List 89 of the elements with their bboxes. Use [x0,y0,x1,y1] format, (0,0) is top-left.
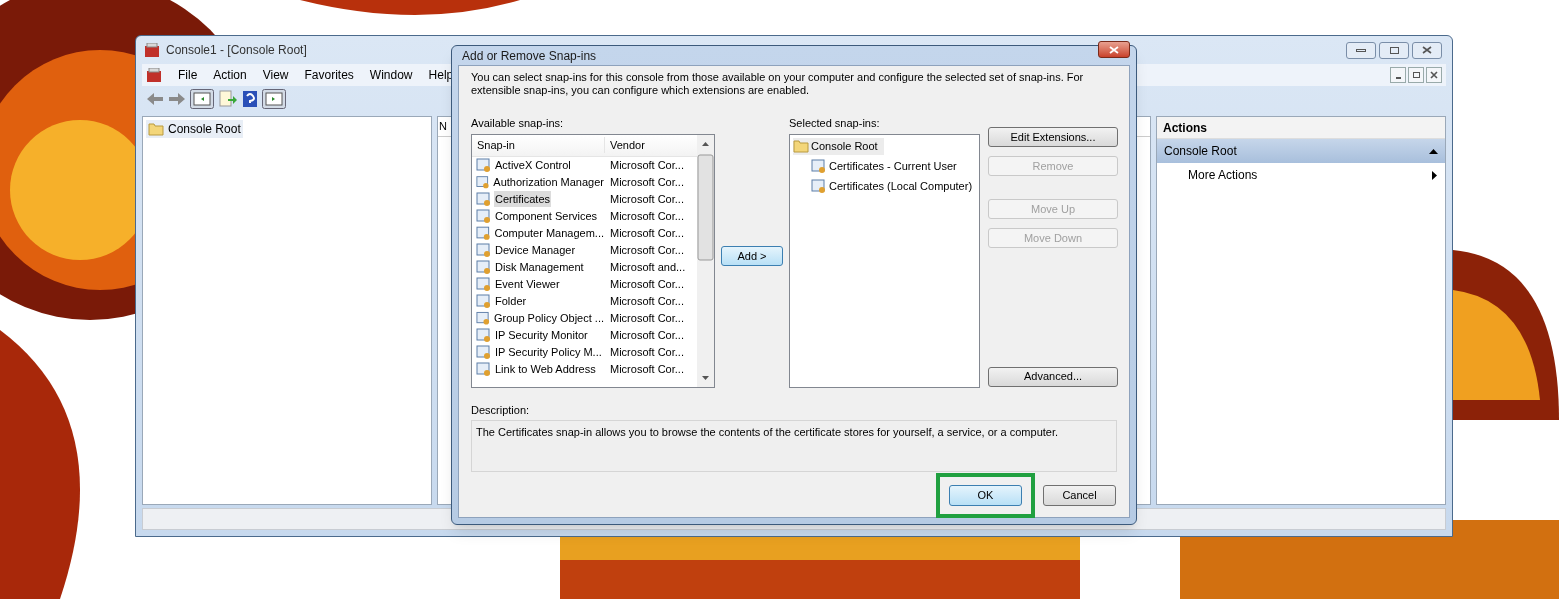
vendor-cell-text: Microsoft Cor... [609,327,685,343]
dialog-title: Add or Remove Snap-ins [462,47,597,65]
minimize-button[interactable] [1390,67,1406,83]
snap-in-name[interactable]: ActiveX Control [494,156,572,174]
folder-icon [793,139,809,153]
column-header[interactable]: Vendor [605,136,650,154]
actions-header: Actions [1157,117,1445,139]
snap-in-name[interactable]: IP Security Monitor [494,326,589,344]
vendor-cell-text: Microsoft and... [609,259,687,275]
actions-section[interactable]: Console Root [1157,139,1445,163]
description-label: Description: [471,402,531,418]
document-icon [476,225,492,241]
snap-in-name[interactable]: Disk Management [494,258,585,276]
document-icon [476,276,492,292]
toolbox-icon [144,42,160,58]
close-icon [1422,46,1432,54]
back-arrow-icon[interactable] [146,92,164,106]
close-button[interactable] [1426,67,1442,83]
document-icon [476,293,492,309]
document-icon [476,242,492,258]
snap-in-name[interactable]: Certificates [494,190,552,208]
menu-item[interactable]: Action [213,66,247,84]
minimize-button[interactable] [1346,41,1376,59]
snap-in-name[interactable]: Authorization Manager [492,173,605,191]
menu-item[interactable]: Favorites [304,66,354,84]
list-label: Selected snap-ins: [789,116,881,131]
snap-in-name[interactable]: Group Policy Object ... [492,309,605,327]
intro-text: You can select snap-ins for this console from those available on your computer and configure the selected set of snap-ins. For extensible snap-ins, you can configure which extensions are enabled. [471,71,1085,97]
column-header[interactable]: N [439,118,447,135]
document-icon [476,361,492,377]
dialog-button[interactable]: OK [949,485,1022,506]
vendor-cell-text: Microsoft Cor... [609,191,685,207]
folder-icon [148,122,164,136]
vendor-cell-text: Microsoft Cor... [609,310,685,326]
restore-button[interactable] [1408,67,1424,83]
description-text: The Certificates snap-in allows you to browse the contents of the certificate stores for yourself, a service, or a computer. [476,426,1059,438]
vendor-cell-text: Microsoft Cor... [609,276,685,292]
menu-item[interactable]: File [178,66,198,84]
add-button[interactable]: Add > [721,246,783,267]
close-icon [1109,45,1119,54]
tree-item[interactable]: Certificates - Current User [811,157,957,175]
vendor-cell-text: Microsoft Cor... [609,242,685,258]
side-button[interactable]: Advanced... [988,366,1118,387]
close-icon [1430,71,1438,79]
document-icon [476,191,492,207]
document-icon [811,179,827,194]
vendor-cell-text: Microsoft Cor... [609,157,685,173]
snap-in-name[interactable]: Device Manager [494,241,577,259]
vendor-cell-text: Microsoft Cor... [609,293,685,309]
document-icon [476,259,492,275]
document-icon [811,158,827,174]
toolbox-icon [146,67,162,83]
submenu-arrow-icon [1432,170,1437,180]
close-button[interactable] [1412,41,1442,59]
snap-in-name[interactable]: Event Viewer [494,275,561,293]
document-icon [476,157,492,173]
window-title: Console1 - [Console Root] [166,42,307,59]
dialog-button[interactable]: Cancel [1043,485,1116,506]
collapse-icon [1429,148,1438,154]
maximize-button[interactable] [1379,41,1409,59]
tree-item[interactable]: Console Root [146,120,243,138]
snap-in-name[interactable]: Computer Managem... [493,224,605,242]
document-icon [476,310,491,326]
side-button[interactable]: Edit Extensions... [988,127,1118,147]
action-link[interactable]: More Actions [1188,166,1258,184]
vendor-cell-text: Microsoft Cor... [609,225,685,241]
document-icon [476,174,491,190]
pane-toggle-icon[interactable] [190,89,214,109]
vendor-cell-text: Microsoft Cor... [609,344,685,360]
close-button[interactable] [1098,41,1130,58]
tree-item[interactable]: Certificates (Local Computer) [811,178,973,195]
snap-in-name[interactable]: Component Services [494,207,599,225]
tree-item[interactable]: Console Root [793,137,884,155]
list-label: Available snap-ins: [471,116,565,131]
snap-in-name[interactable]: IP Security Policy M... [494,343,603,361]
menu-item[interactable]: View [262,66,289,84]
vendor-cell-text: Microsoft Cor... [609,361,685,377]
help-icon[interactable] [242,90,258,108]
document-icon [476,208,492,224]
vendor-cell-text: Microsoft Cor... [609,174,685,190]
vendor-cell-text: Microsoft Cor... [609,208,685,224]
document-icon [476,344,492,360]
forward-arrow-icon[interactable] [168,92,186,106]
menu-item[interactable]: Window [369,66,413,84]
snap-in-name[interactable]: Link to Web Address [494,360,597,378]
snap-in-name[interactable]: Folder [494,292,528,310]
document-icon [476,327,492,343]
column-header[interactable]: Snap-in [472,136,605,154]
pane-toggle-icon[interactable] [262,89,286,109]
